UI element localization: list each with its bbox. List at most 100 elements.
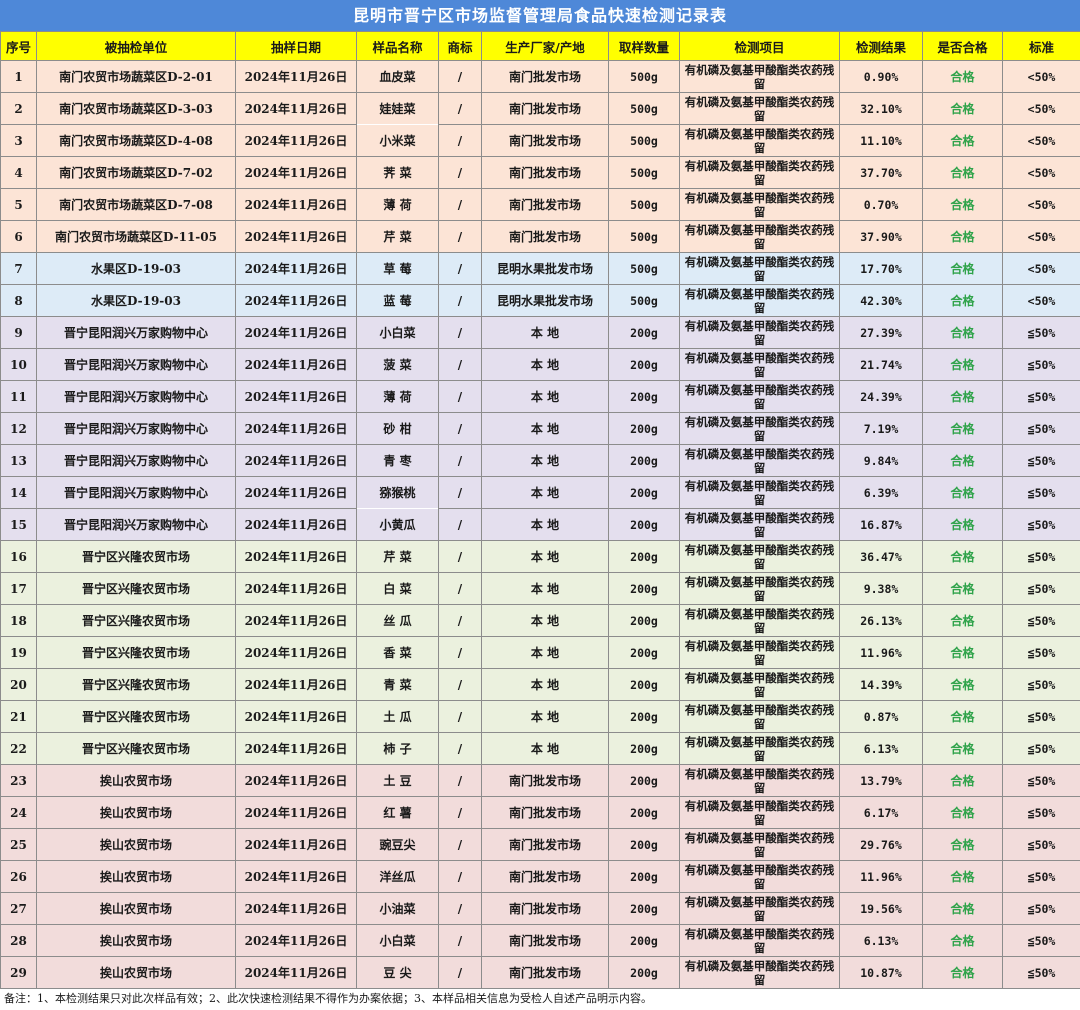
header-sample: 样品名称 bbox=[356, 31, 439, 61]
cell-pass: 合格 bbox=[922, 892, 1003, 925]
cell-unit: 晋宁昆阳润兴万家购物中心 bbox=[36, 412, 236, 445]
cell-seq: 1 bbox=[0, 60, 37, 93]
cell-pass: 合格 bbox=[922, 924, 1003, 957]
header-origin: 生产厂家/产地 bbox=[481, 31, 609, 61]
cell-brand: / bbox=[438, 828, 482, 861]
cell-brand: / bbox=[438, 476, 482, 509]
table-row: 18 晋宁区兴隆农贸市场 2024年11月26日丝 瓜 / 本 地 200g 有机磷及氨基甲… bbox=[0, 604, 1080, 637]
cell-unit: 南门农贸市场蔬菜区D-2-01 bbox=[36, 60, 236, 93]
cell-qty: 200g bbox=[608, 444, 680, 477]
cell-result: 37.90% bbox=[839, 220, 923, 253]
cell-pass: 合格 bbox=[922, 188, 1003, 221]
cell-date: 2024年11月26日 bbox=[235, 956, 357, 989]
cell-seq: 28 bbox=[0, 924, 37, 957]
cell-origin: 南门批发市场 bbox=[481, 892, 609, 925]
inspection-table: 序号 被抽检单位 抽样日期 样品名称 商标 生产厂家/产地 取样数量 检测项目 … bbox=[0, 31, 1080, 989]
cell-origin: 本 地 bbox=[481, 636, 609, 669]
header-seq: 序号 bbox=[0, 31, 37, 61]
cell-origin: 南门批发市场 bbox=[481, 956, 609, 989]
cell-standard: ≦50% bbox=[1002, 764, 1080, 797]
cell-brand: / bbox=[438, 444, 482, 477]
cell-pass: 合格 bbox=[922, 220, 1003, 253]
cell-sample: 荠 菜 bbox=[356, 156, 439, 189]
cell-pass: 合格 bbox=[922, 412, 1003, 445]
cell-pass: 合格 bbox=[922, 348, 1003, 381]
cell-qty: 200g bbox=[608, 796, 680, 829]
cell-item: 有机磷及氨基甲酸酯类农药残留 bbox=[679, 444, 840, 477]
cell-unit: 晋宁区兴隆农贸市场 bbox=[36, 636, 236, 669]
cell-qty: 200g bbox=[608, 732, 680, 765]
cell-standard: ≦50% bbox=[1002, 732, 1080, 765]
cell-item: 有机磷及氨基甲酸酯类农药残留 bbox=[679, 700, 840, 733]
cell-qty: 500g bbox=[608, 60, 680, 93]
cell-date: 2024年11月26日 bbox=[235, 92, 357, 125]
cell-standard: ≦50% bbox=[1002, 828, 1080, 861]
cell-brand: / bbox=[438, 700, 482, 733]
cell-sample: 血皮菜 bbox=[356, 60, 439, 93]
cell-seq: 3 bbox=[0, 124, 37, 157]
cell-result: 11.10% bbox=[839, 124, 923, 157]
cell-brand: / bbox=[438, 572, 482, 605]
cell-seq: 13 bbox=[0, 444, 37, 477]
cell-seq: 19 bbox=[0, 636, 37, 669]
cell-sample: 豌豆尖 bbox=[356, 828, 439, 861]
table-header-row: 序号 被抽检单位 抽样日期 样品名称 商标 生产厂家/产地 取样数量 检测项目 … bbox=[0, 31, 1080, 61]
table-row: 19 晋宁区兴隆农贸市场 2024年11月26日香 菜 / 本 地 200g 有机磷及氨基甲… bbox=[0, 636, 1080, 669]
cell-unit: 晋宁昆阳润兴万家购物中心 bbox=[36, 508, 236, 541]
cell-standard: ≦50% bbox=[1002, 636, 1080, 669]
cell-pass: 合格 bbox=[922, 540, 1003, 573]
table-row: 17 晋宁区兴隆农贸市场 2024年11月26日白 菜 / 本 地 200g 有机磷及氨基甲… bbox=[0, 572, 1080, 605]
table-row: 11 晋宁昆阳润兴万家购物中心 2024年11月26日薄 荷 / 本 地 200g 有机磷及… bbox=[0, 380, 1080, 413]
cell-pass: 合格 bbox=[922, 956, 1003, 989]
cell-item: 有机磷及氨基甲酸酯类农药残留 bbox=[679, 668, 840, 701]
cell-unit: 挨山农贸市场 bbox=[36, 796, 236, 829]
cell-standard: <50% bbox=[1002, 188, 1080, 221]
cell-sample: 青 枣 bbox=[356, 444, 439, 477]
cell-item: 有机磷及氨基甲酸酯类农药残留 bbox=[679, 92, 840, 125]
table-row: 9 晋宁昆阳润兴万家购物中心 2024年11月26日 小白菜 / 本 地 200g 有机磷及氨… bbox=[0, 316, 1080, 349]
table-row: 1 南门农贸市场蔬菜区D-2-01 2024年11月26日 血皮菜 / 南门批发市场 500… bbox=[0, 60, 1080, 93]
cell-sample: 薄 荷 bbox=[356, 380, 439, 413]
cell-origin: 昆明水果批发市场 bbox=[481, 284, 609, 317]
cell-item: 有机磷及氨基甲酸酯类农药残留 bbox=[679, 924, 840, 957]
cell-date: 2024年11月26日 bbox=[235, 732, 357, 765]
cell-pass: 合格 bbox=[922, 636, 1003, 669]
table-body: 1 南门农贸市场蔬菜区D-2-01 2024年11月26日 血皮菜 / 南门批发市场 500… bbox=[0, 60, 1080, 989]
cell-unit: 挨山农贸市场 bbox=[36, 956, 236, 989]
cell-result: 0.70% bbox=[839, 188, 923, 221]
cell-qty: 200g bbox=[608, 380, 680, 413]
cell-date: 2024年11月26日 bbox=[235, 60, 357, 93]
cell-result: 29.76% bbox=[839, 828, 923, 861]
cell-date: 2024年11月26日 bbox=[235, 796, 357, 829]
cell-sample: 芹 菜 bbox=[356, 220, 439, 253]
cell-brand: / bbox=[438, 764, 482, 797]
cell-item: 有机磷及氨基甲酸酯类农药残留 bbox=[679, 124, 840, 157]
table-row: 25 挨山农贸市场 2024年11月26日 豌豆尖 / 南门批发市场 200g 有机磷及氨基甲… bbox=[0, 828, 1080, 861]
cell-brand: / bbox=[438, 348, 482, 381]
cell-item: 有机磷及氨基甲酸酯类农药残留 bbox=[679, 412, 840, 445]
cell-brand: / bbox=[438, 604, 482, 637]
cell-brand: / bbox=[438, 636, 482, 669]
table-row: 14 晋宁昆阳润兴万家购物中心 2024年11月26日 猕猴桃 / 本 地 200g 有机磷及… bbox=[0, 476, 1080, 509]
cell-date: 2024年11月26日 bbox=[235, 348, 357, 381]
cell-qty: 200g bbox=[608, 348, 680, 381]
cell-item: 有机磷及氨基甲酸酯类农药残留 bbox=[679, 828, 840, 861]
cell-sample: 土 瓜 bbox=[356, 700, 439, 733]
cell-date: 2024年11月26日 bbox=[235, 572, 357, 605]
cell-seq: 27 bbox=[0, 892, 37, 925]
cell-result: 17.70% bbox=[839, 252, 923, 285]
cell-date: 2024年11月26日 bbox=[235, 604, 357, 637]
cell-qty: 500g bbox=[608, 188, 680, 221]
cell-seq: 5 bbox=[0, 188, 37, 221]
cell-qty: 200g bbox=[608, 604, 680, 637]
cell-unit: 晋宁区兴隆农贸市场 bbox=[36, 572, 236, 605]
cell-brand: / bbox=[438, 796, 482, 829]
cell-date: 2024年11月26日 bbox=[235, 220, 357, 253]
cell-item: 有机磷及氨基甲酸酯类农药残留 bbox=[679, 188, 840, 221]
cell-sample: 柿 子 bbox=[356, 732, 439, 765]
cell-brand: / bbox=[438, 380, 482, 413]
cell-date: 2024年11月26日 bbox=[235, 188, 357, 221]
cell-result: 16.87% bbox=[839, 508, 923, 541]
cell-standard: ≦50% bbox=[1002, 572, 1080, 605]
footnote: 备注：1、本检测结果只对此次样品有效；2、此次快速检测结果不得作为办案依据；3、… bbox=[4, 992, 652, 1005]
